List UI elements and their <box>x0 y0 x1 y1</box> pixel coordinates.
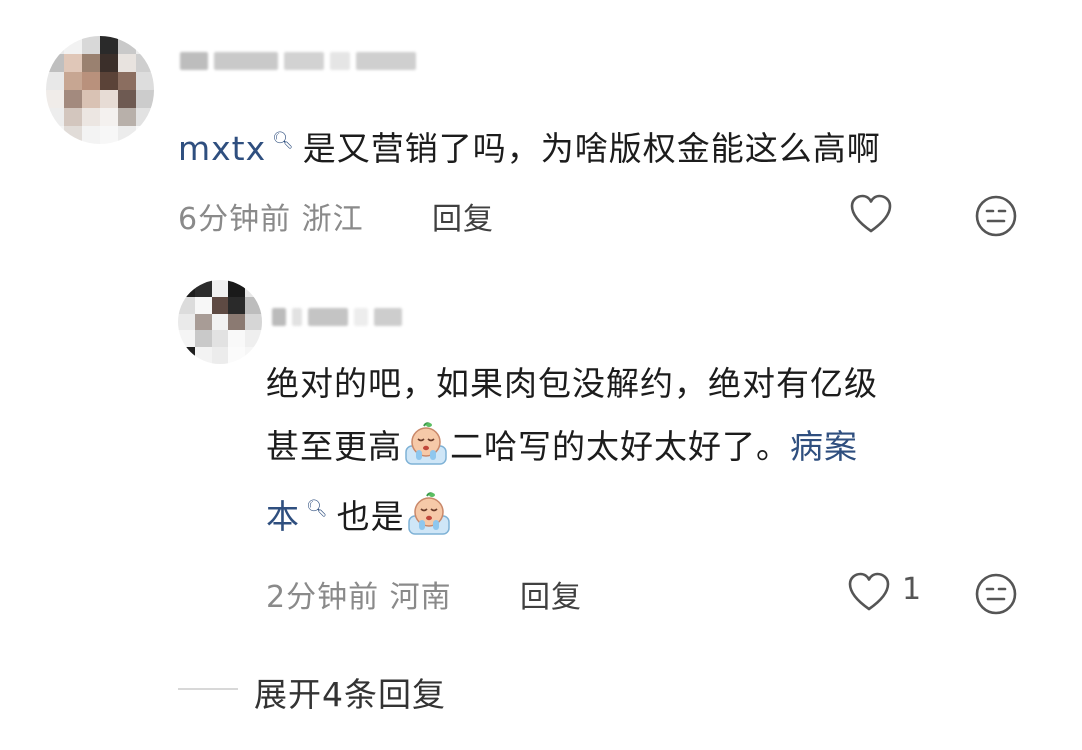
heart-outline-icon[interactable] <box>846 570 892 616</box>
avatar-pixel <box>245 280 262 297</box>
avatar-pixel <box>178 330 195 348</box>
avatar-pixel <box>118 72 136 90</box>
blurred-username[interactable] <box>180 52 416 70</box>
reply-location: 河南 <box>389 580 452 615</box>
avatar-pixel <box>228 313 246 331</box>
comment-location: 浙江 <box>301 202 364 237</box>
avatar-pixel <box>64 72 82 90</box>
avatar-pixel <box>228 280 246 297</box>
avatar-pixel <box>136 108 154 126</box>
avatar-pixel <box>100 72 118 90</box>
avatar-pixel <box>245 347 262 364</box>
reply-line-3: 本 🔍︎ 也是 <box>266 478 878 548</box>
avatar-pixel <box>46 72 64 90</box>
avatar-pixel <box>194 330 212 348</box>
neutral-face-icon[interactable] <box>974 194 1018 238</box>
avatar-pixel <box>82 36 100 54</box>
crying-emoji-icon <box>405 422 447 465</box>
avatar-pixel <box>64 90 82 108</box>
avatar-pixel <box>100 36 118 54</box>
avatar-pixel <box>100 54 118 72</box>
avatar-pixel <box>211 296 229 314</box>
book-mention[interactable]: 病案 <box>790 427 858 466</box>
avatar-pixel <box>64 54 82 72</box>
reply-line-2: 甚至更高 二哈写的太好太好了。病案 <box>266 415 878 478</box>
avatar-pixel <box>64 126 82 144</box>
avatar-pixel <box>178 313 195 331</box>
avatar-pixel <box>245 296 262 314</box>
avatar-pixel <box>136 90 154 108</box>
avatar-pixel <box>118 54 136 72</box>
reply-button[interactable]: 回复 <box>432 194 494 238</box>
blurred-username[interactable] <box>272 308 402 326</box>
avatar-pixel <box>228 347 246 364</box>
reply-time: 2分钟前 <box>266 580 380 615</box>
like-count: 1 <box>902 572 922 607</box>
reply-text-segment: 也是 <box>336 497 405 536</box>
book-mention[interactable]: 本 <box>266 497 300 536</box>
avatar-pixel <box>245 330 262 348</box>
avatar-pixel <box>46 54 64 72</box>
avatar[interactable] <box>46 36 154 144</box>
comment-meta: 6分钟前 浙江 <box>178 194 364 238</box>
crying-emoji-icon <box>407 492 450 535</box>
avatar-pixel <box>211 330 229 348</box>
avatar-pixel <box>100 108 118 126</box>
reply-text: 绝对的吧，如果肉包没解约，绝对有亿级 甚至更高 二哈写的太好太好了。病案 本 🔍︎… <box>266 352 878 548</box>
avatar-pixel <box>46 108 64 126</box>
avatar-pixel <box>118 108 136 126</box>
avatar-pixel <box>211 313 229 331</box>
avatar-pixel <box>245 313 262 331</box>
reply-line-1: 绝对的吧，如果肉包没解约，绝对有亿级 <box>266 364 878 403</box>
avatar-pixel <box>118 90 136 108</box>
avatar-pixel <box>82 54 100 72</box>
avatar-pixel <box>136 126 154 144</box>
avatar-pixel <box>194 313 212 331</box>
search-icon[interactable]: 🔍︎ <box>272 110 295 173</box>
avatar-pixel <box>82 72 100 90</box>
avatar-pixel <box>194 347 212 364</box>
reply-button[interactable]: 回复 <box>520 572 582 616</box>
avatar-pixel <box>46 36 64 54</box>
avatar-pixel <box>46 126 64 144</box>
avatar-pixel <box>211 347 229 364</box>
reply-text-segment: 甚至更高 <box>266 427 402 466</box>
avatar-pixel <box>136 72 154 90</box>
avatar-pixel <box>211 280 229 297</box>
expand-replies-button[interactable]: 展开4条回复 <box>254 668 446 716</box>
comment-body: 是又营销了吗，为啥版权金能这么高啊 <box>302 129 881 168</box>
avatar-pixel <box>194 296 212 314</box>
neutral-face-icon[interactable] <box>974 572 1018 616</box>
user-mention[interactable]: mxtx <box>178 129 266 168</box>
reply-meta: 2分钟前 河南 <box>266 572 452 616</box>
avatar-pixel <box>118 126 136 144</box>
avatar-pixel <box>194 280 212 297</box>
avatar-pixel <box>136 54 154 72</box>
comment-time: 6分钟前 <box>178 202 292 237</box>
comment-text: mxtx 🔍︎ 是又营销了吗，为啥版权金能这么高啊 <box>178 110 881 180</box>
avatar-pixel <box>82 108 100 126</box>
avatar-pixel <box>178 347 195 364</box>
avatar-pixel <box>82 90 100 108</box>
avatar-pixel <box>64 108 82 126</box>
avatar-pixel <box>100 90 118 108</box>
avatar-pixel <box>118 36 136 54</box>
reply-avatar[interactable] <box>178 280 262 364</box>
avatar-pixel <box>228 296 246 314</box>
divider <box>178 688 238 690</box>
avatar-pixel <box>46 90 64 108</box>
avatar-pixel <box>178 280 195 297</box>
avatar-pixel <box>178 296 195 314</box>
reply-text-segment: 二哈写的太好太好了。 <box>450 427 790 466</box>
search-icon[interactable]: 🔍︎ <box>306 478 329 541</box>
heart-outline-icon[interactable] <box>848 192 894 238</box>
avatar-pixel <box>64 36 82 54</box>
avatar-pixel <box>82 126 100 144</box>
avatar-pixel <box>228 330 246 348</box>
avatar-pixel <box>136 36 154 54</box>
avatar-pixel <box>100 126 118 144</box>
